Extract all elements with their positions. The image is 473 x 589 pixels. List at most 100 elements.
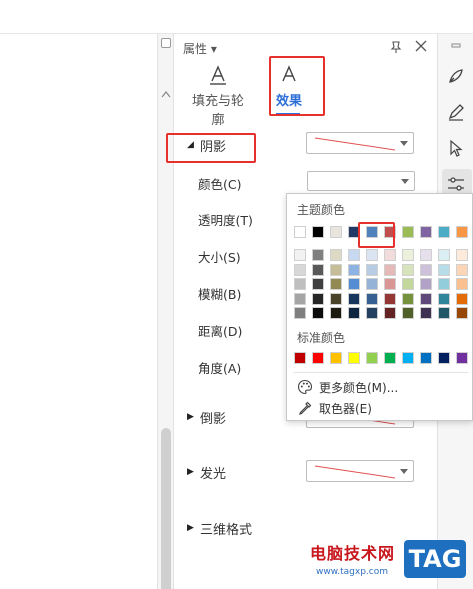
standard-color-swatch[interactable] bbox=[420, 352, 432, 364]
collapse-panel-icon[interactable] bbox=[161, 38, 171, 48]
scroll-up-icon[interactable] bbox=[161, 90, 171, 98]
theme-shade-swatch[interactable] bbox=[366, 307, 378, 319]
theme-shade-swatch[interactable] bbox=[402, 249, 414, 261]
more-colors-menu-item[interactable]: 更多颜色(M)... bbox=[293, 377, 468, 397]
theme-color-swatch[interactable] bbox=[402, 226, 414, 238]
theme-shade-swatch[interactable] bbox=[384, 292, 396, 305]
theme-shade-swatch[interactable] bbox=[312, 263, 324, 276]
theme-color-swatch[interactable] bbox=[330, 226, 342, 238]
close-icon[interactable] bbox=[414, 39, 428, 53]
pen-icon[interactable] bbox=[446, 102, 466, 122]
theme-shade-swatch[interactable] bbox=[420, 292, 432, 305]
theme-shade-swatch[interactable] bbox=[330, 292, 342, 305]
standard-colors-heading: 标准颜色 bbox=[297, 331, 346, 345]
theme-shade-swatch[interactable] bbox=[384, 307, 396, 319]
3d-format-section-label[interactable]: 三维格式 bbox=[200, 519, 252, 538]
standard-color-swatch[interactable] bbox=[402, 352, 414, 364]
theme-shade-swatch[interactable] bbox=[420, 307, 432, 319]
collapsed-triangle-icon[interactable]: ▶ bbox=[187, 523, 194, 533]
theme-shade-swatch[interactable] bbox=[456, 249, 468, 261]
eyedropper-label: 取色器(E) bbox=[319, 402, 372, 416]
theme-shade-swatch[interactable] bbox=[366, 278, 378, 290]
theme-shade-swatch[interactable] bbox=[366, 292, 378, 305]
fill-outline-icon bbox=[210, 65, 226, 85]
shadow-color-picker[interactable] bbox=[307, 171, 415, 191]
theme-shade-swatch[interactable] bbox=[330, 278, 342, 290]
theme-shade-swatch[interactable] bbox=[366, 263, 378, 276]
theme-shade-swatch[interactable] bbox=[384, 278, 396, 290]
theme-shade-swatch[interactable] bbox=[294, 307, 306, 319]
theme-shade-swatch[interactable] bbox=[420, 249, 432, 261]
standard-color-swatch[interactable] bbox=[330, 352, 342, 364]
theme-shade-swatch[interactable] bbox=[384, 263, 396, 276]
theme-color-swatch[interactable] bbox=[420, 226, 432, 238]
panel-title[interactable]: 属性 ▾ bbox=[183, 40, 217, 57]
theme-shade-swatch[interactable] bbox=[456, 278, 468, 290]
theme-shade-swatch[interactable] bbox=[348, 307, 360, 319]
theme-shade-swatch[interactable] bbox=[438, 307, 450, 319]
glow-dropdown[interactable] bbox=[306, 460, 414, 482]
theme-shade-swatch[interactable] bbox=[312, 278, 324, 290]
theme-shade-swatch[interactable] bbox=[330, 307, 342, 319]
theme-shade-swatch[interactable] bbox=[402, 263, 414, 276]
theme-shade-swatch[interactable] bbox=[294, 263, 306, 276]
collapsed-triangle-icon[interactable]: ▶ bbox=[187, 467, 194, 477]
theme-shade-swatch[interactable] bbox=[294, 278, 306, 290]
theme-shade-swatch[interactable] bbox=[402, 307, 414, 319]
theme-shade-swatch[interactable] bbox=[348, 278, 360, 290]
theme-shade-swatch[interactable] bbox=[456, 292, 468, 305]
reflection-section-label[interactable]: 倒影 bbox=[200, 408, 226, 427]
standard-color-swatch[interactable] bbox=[348, 352, 360, 364]
cursor-icon[interactable] bbox=[446, 138, 466, 158]
rocket-icon[interactable] bbox=[446, 66, 466, 86]
tab-fill-outline-label: 填充与轮廓 bbox=[191, 94, 244, 128]
standard-color-swatch[interactable] bbox=[384, 352, 396, 364]
theme-color-swatch[interactable] bbox=[438, 226, 450, 238]
shadow-preset-preview bbox=[314, 137, 396, 151]
standard-color-swatch[interactable] bbox=[294, 352, 306, 364]
standard-color-swatch[interactable] bbox=[312, 352, 324, 364]
collapsed-triangle-icon[interactable]: ▶ bbox=[187, 412, 194, 422]
theme-shade-swatch[interactable] bbox=[330, 263, 342, 276]
theme-shade-swatch[interactable] bbox=[312, 292, 324, 305]
theme-color-swatch[interactable] bbox=[456, 226, 468, 238]
theme-color-swatch[interactable] bbox=[294, 226, 306, 238]
theme-shade-swatch[interactable] bbox=[312, 249, 324, 261]
standard-color-swatch[interactable] bbox=[456, 352, 468, 364]
vertical-scrollbar[interactable] bbox=[158, 34, 174, 589]
theme-shade-swatch[interactable] bbox=[438, 249, 450, 261]
scrollbar-thumb[interactable] bbox=[161, 428, 171, 589]
tab-fill-outline[interactable]: 填充与轮廓 bbox=[188, 64, 248, 128]
shadow-preset-dropdown[interactable] bbox=[306, 132, 414, 154]
collapse-icon[interactable] bbox=[446, 42, 466, 62]
theme-shade-swatch[interactable] bbox=[348, 292, 360, 305]
theme-shade-swatch[interactable] bbox=[456, 307, 468, 319]
theme-shade-swatch[interactable] bbox=[348, 263, 360, 276]
theme-shade-swatch[interactable] bbox=[312, 307, 324, 319]
shadow-blur-label: 模糊(B) bbox=[198, 287, 242, 302]
standard-color-swatch[interactable] bbox=[366, 352, 378, 364]
theme-shade-swatch[interactable] bbox=[438, 263, 450, 276]
theme-shade-swatch[interactable] bbox=[294, 292, 306, 305]
eyedropper-menu-item[interactable]: 取色器(E) bbox=[293, 398, 468, 418]
theme-shade-swatch[interactable] bbox=[438, 278, 450, 290]
theme-color-swatch[interactable] bbox=[312, 226, 324, 238]
theme-shade-swatch[interactable] bbox=[294, 249, 306, 261]
theme-shade-swatch[interactable] bbox=[366, 249, 378, 261]
theme-shade-swatch[interactable] bbox=[456, 263, 468, 276]
theme-shade-swatch[interactable] bbox=[348, 249, 360, 261]
theme-shade-swatch[interactable] bbox=[330, 249, 342, 261]
theme-shade-swatch[interactable] bbox=[438, 292, 450, 305]
theme-shade-swatch[interactable] bbox=[384, 249, 396, 261]
theme-shade-swatch[interactable] bbox=[402, 292, 414, 305]
theme-shade-swatch[interactable] bbox=[420, 263, 432, 276]
theme-shade-swatch[interactable] bbox=[420, 278, 432, 290]
standard-color-swatch[interactable] bbox=[438, 352, 450, 364]
top-strip bbox=[0, 0, 473, 34]
chevron-down-icon bbox=[400, 141, 408, 146]
chevron-down-icon bbox=[400, 469, 408, 474]
glow-section-label[interactable]: 发光 bbox=[200, 463, 226, 482]
pin-icon[interactable] bbox=[389, 40, 403, 54]
theme-shade-swatch[interactable] bbox=[402, 278, 414, 290]
sliders-icon[interactable] bbox=[446, 174, 466, 194]
